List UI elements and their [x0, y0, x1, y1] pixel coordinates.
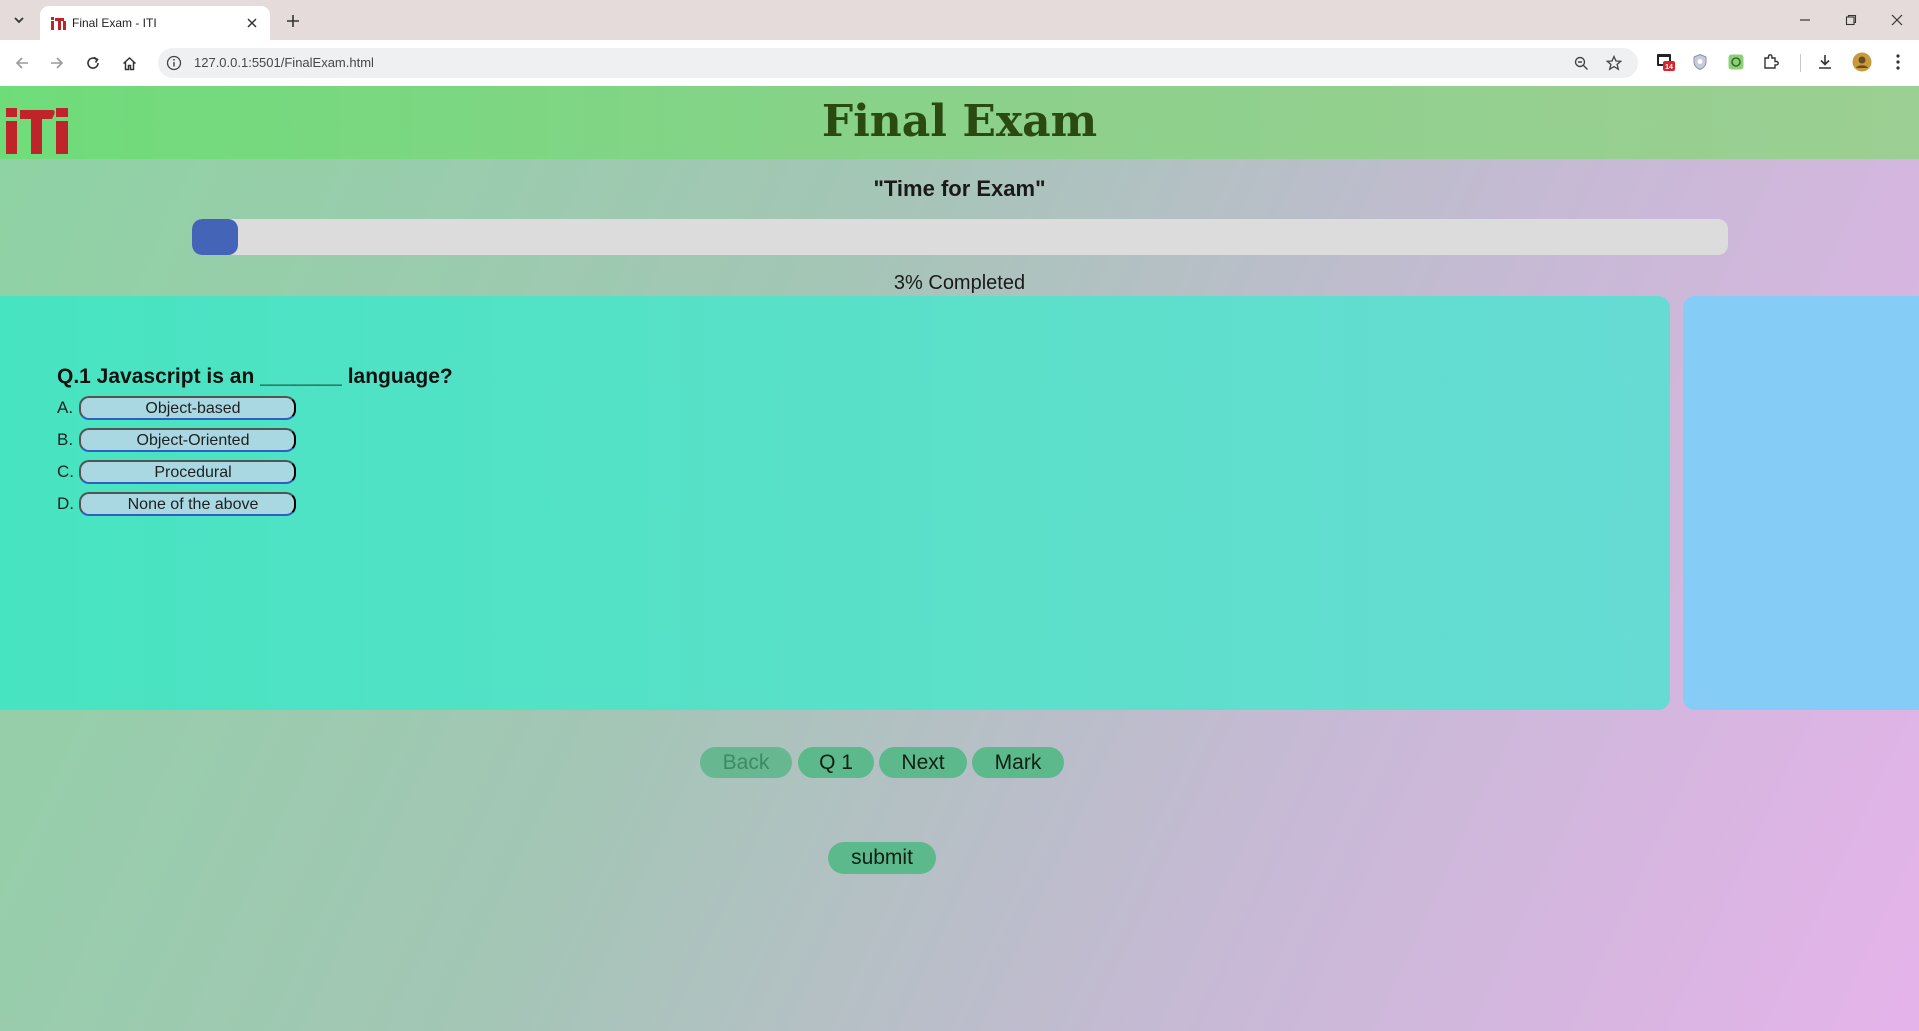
- active-tab[interactable]: Final Exam - ITI: [40, 6, 270, 40]
- close-icon: [247, 18, 257, 28]
- shield-extension-icon[interactable]: [1690, 52, 1710, 72]
- download-icon[interactable]: [1815, 52, 1835, 72]
- question-card: Q.1 Javascript is an _______ language? A…: [0, 296, 1670, 710]
- new-tab-button[interactable]: [280, 8, 306, 34]
- submit-button[interactable]: submit: [828, 842, 936, 874]
- progress-bar-fill: [192, 219, 239, 255]
- iti-favicon-icon: [51, 17, 66, 30]
- tab-close-button[interactable]: [242, 13, 262, 33]
- svg-text:14: 14: [1665, 64, 1673, 71]
- option-c-button[interactable]: Procedural: [79, 460, 296, 484]
- progress-bar: [192, 219, 1728, 255]
- close-window-icon: [1891, 14, 1903, 26]
- arrow-right-icon: [51, 57, 64, 69]
- more-menu-icon[interactable]: [1888, 52, 1908, 72]
- profile-avatar-icon[interactable]: [1852, 52, 1872, 72]
- green-extension-icon[interactable]: [1726, 52, 1746, 72]
- home-button[interactable]: [118, 52, 140, 74]
- minimize-icon: [1800, 19, 1810, 21]
- mark-button[interactable]: Mark: [972, 747, 1064, 778]
- bookmark-star-icon[interactable]: [1605, 54, 1623, 72]
- browser-toolbar: 127.0.0.1:5501/FinalExam.html 14: [0, 40, 1919, 86]
- option-d: D. None of the above: [57, 491, 296, 517]
- back-nav-button[interactable]: [11, 52, 33, 74]
- url-text: 127.0.0.1:5501/FinalExam.html: [194, 55, 374, 70]
- progress-label: 3% Completed: [893, 272, 1026, 294]
- restore-button[interactable]: [1836, 6, 1866, 34]
- plus-icon: [287, 15, 299, 27]
- next-button[interactable]: Next: [879, 747, 967, 778]
- question-number-button[interactable]: Q 1: [798, 747, 874, 778]
- arrow-left-icon: [15, 57, 28, 69]
- option-letter: D.: [57, 494, 74, 513]
- page-title: Final Exam: [821, 96, 1098, 147]
- option-letter: B.: [57, 430, 74, 449]
- tab-strip: Final Exam - ITI: [0, 0, 1919, 40]
- chevron-down-icon: [14, 17, 24, 24]
- calendar-extension-icon[interactable]: 14: [1656, 52, 1676, 72]
- minimize-button[interactable]: [1790, 6, 1820, 34]
- option-b-button[interactable]: Object-Oriented: [79, 428, 296, 452]
- option-c: C. Procedural: [57, 459, 296, 485]
- page-header: Final Exam: [0, 86, 1919, 159]
- address-bar[interactable]: 127.0.0.1:5501/FinalExam.html: [158, 48, 1638, 78]
- option-letter: C.: [57, 462, 74, 481]
- exam-page: Final Exam "Time for Exam" 3% Completed …: [0, 86, 1919, 1031]
- tab-title: Final Exam - ITI: [72, 16, 157, 30]
- option-d-button[interactable]: None of the above: [79, 492, 296, 516]
- home-icon: [122, 56, 136, 70]
- tab-search-button[interactable]: [8, 9, 30, 31]
- marked-questions-panel: [1683, 296, 1919, 710]
- forward-nav-button[interactable]: [46, 52, 68, 74]
- option-a-button[interactable]: Object-based: [79, 396, 296, 420]
- exam-subtitle: "Time for Exam": [873, 176, 1046, 201]
- option-letter: A.: [57, 398, 74, 417]
- zoom-icon[interactable]: [1572, 54, 1590, 72]
- option-b: B. Object-Oriented: [57, 427, 296, 453]
- toolbar-divider: [1800, 54, 1801, 72]
- option-a: A. Object-based: [57, 395, 296, 421]
- back-button[interactable]: Back: [700, 747, 792, 778]
- reload-icon: [87, 56, 99, 69]
- question-text: Q.1 Javascript is an _______ language?: [57, 365, 453, 388]
- reload-button[interactable]: [82, 52, 104, 74]
- site-info-icon[interactable]: [166, 55, 182, 71]
- close-window-button[interactable]: [1882, 6, 1912, 34]
- restore-icon: [1845, 14, 1857, 26]
- extensions-puzzle-icon[interactable]: [1761, 52, 1781, 72]
